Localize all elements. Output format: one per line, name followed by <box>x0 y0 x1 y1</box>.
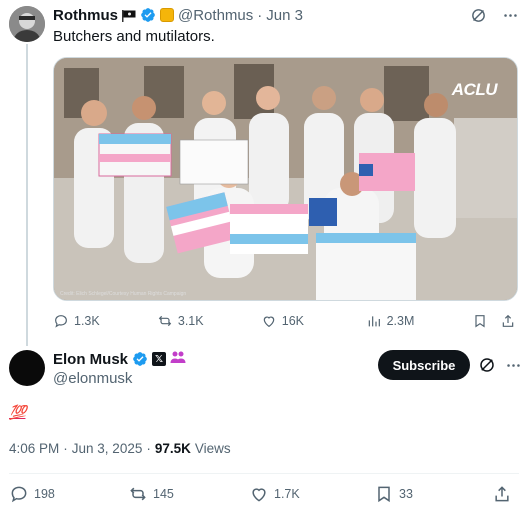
share-icon <box>502 314 514 327</box>
grok-icon[interactable] <box>478 356 496 374</box>
photo-credit: Credit: Elich Schlegel/Courtesy Human Ri… <box>60 291 187 297</box>
share-action[interactable] <box>492 484 514 504</box>
thread-connector-line <box>26 44 28 346</box>
quoted-tweet-header: Rothmus @Rothmus · Jun 3 <box>53 5 303 25</box>
like-action[interactable]: 16K <box>261 313 366 329</box>
aclu-watermark: ACLU <box>451 80 498 99</box>
like-action[interactable]: 1.7K <box>249 484 374 504</box>
tweet-time[interactable]: 4:06 PM <box>9 441 59 456</box>
share-action[interactable] <box>500 313 518 329</box>
verified-badge-icon <box>140 7 156 23</box>
tweet-date[interactable]: Jun 3 <box>266 7 303 24</box>
like-count: 1.7K <box>274 487 300 501</box>
bookmark-icon <box>378 486 390 503</box>
bookmark-action[interactable] <box>472 313 494 329</box>
main-tweet-header: Elon Musk 𝕏 <box>53 350 186 368</box>
separator-dot: · <box>146 441 151 456</box>
views-count: 2.3M <box>386 314 415 328</box>
bookmark-action[interactable]: 33 <box>374 484 492 504</box>
repost-icon <box>158 315 172 327</box>
bookmark-icon <box>475 315 486 328</box>
separator-dot: · <box>63 441 68 456</box>
views-chart-icon <box>368 316 380 327</box>
reply-action[interactable]: 198 <box>9 484 128 504</box>
verified-badge-icon <box>132 351 148 367</box>
rothmus-avatar[interactable] <box>9 6 45 42</box>
more-options-icon[interactable] <box>501 6 519 24</box>
like-count: 16K <box>281 314 304 328</box>
repost-icon <box>130 487 146 501</box>
views-count: 97.5K <box>154 441 191 456</box>
author-handle[interactable]: @elonmusk <box>53 370 132 387</box>
pirate-flag-icon <box>122 9 136 22</box>
subscribe-button[interactable]: Subscribe <box>378 350 470 380</box>
people-icon <box>170 350 186 368</box>
tweet-meta: 4:06 PM · Jun 3, 2025 · 97.5K Views <box>9 441 231 456</box>
repost-count: 145 <box>153 487 174 501</box>
views-label: Views <box>194 441 231 456</box>
tweet-photo[interactable]: ACLU Credit: Elich Schlegel/Courtesy Hum… <box>53 57 518 301</box>
repost-action[interactable]: 3.1K <box>157 313 261 329</box>
reply-icon <box>55 315 67 328</box>
repost-count: 3.1K <box>177 314 204 328</box>
share-icon <box>495 486 509 502</box>
tweet-date[interactable]: Jun 3, 2025 <box>72 441 143 456</box>
quoted-tweet-top-actions <box>469 6 519 24</box>
x-affiliation-icon: 𝕏 <box>152 352 167 366</box>
reply-count: 1.3K <box>74 314 100 328</box>
author-name[interactable]: Elon Musk <box>53 351 128 368</box>
heart-icon <box>252 488 266 502</box>
author-name[interactable]: Rothmus <box>53 7 118 24</box>
separator-dot: · <box>257 6 263 24</box>
heart-icon <box>263 316 275 328</box>
elon-musk-avatar[interactable] <box>9 350 45 386</box>
quoted-tweet-actions: 1.3K 3.1K 16K 2.3M <box>53 311 518 331</box>
affiliate-badge-icon <box>160 8 174 22</box>
views-action[interactable]: 2.3M <box>366 313 473 329</box>
repost-action[interactable]: 145 <box>128 484 249 504</box>
main-tweet-actions: 198 145 1.7K 33 <box>9 484 519 504</box>
reply-icon <box>11 486 27 503</box>
reply-action[interactable]: 1.3K <box>53 313 157 329</box>
more-options-icon[interactable] <box>504 356 522 374</box>
tweet-text-emoji: 💯 <box>9 404 26 420</box>
protest-photo-illustration <box>54 58 517 300</box>
bookmark-count: 33 <box>399 487 413 501</box>
quoted-tweet-text: Butchers and mutilators. <box>53 28 215 45</box>
divider <box>9 473 519 474</box>
grok-icon[interactable] <box>469 6 487 24</box>
reply-count: 198 <box>34 487 55 501</box>
author-handle[interactable]: @Rothmus <box>178 7 253 24</box>
